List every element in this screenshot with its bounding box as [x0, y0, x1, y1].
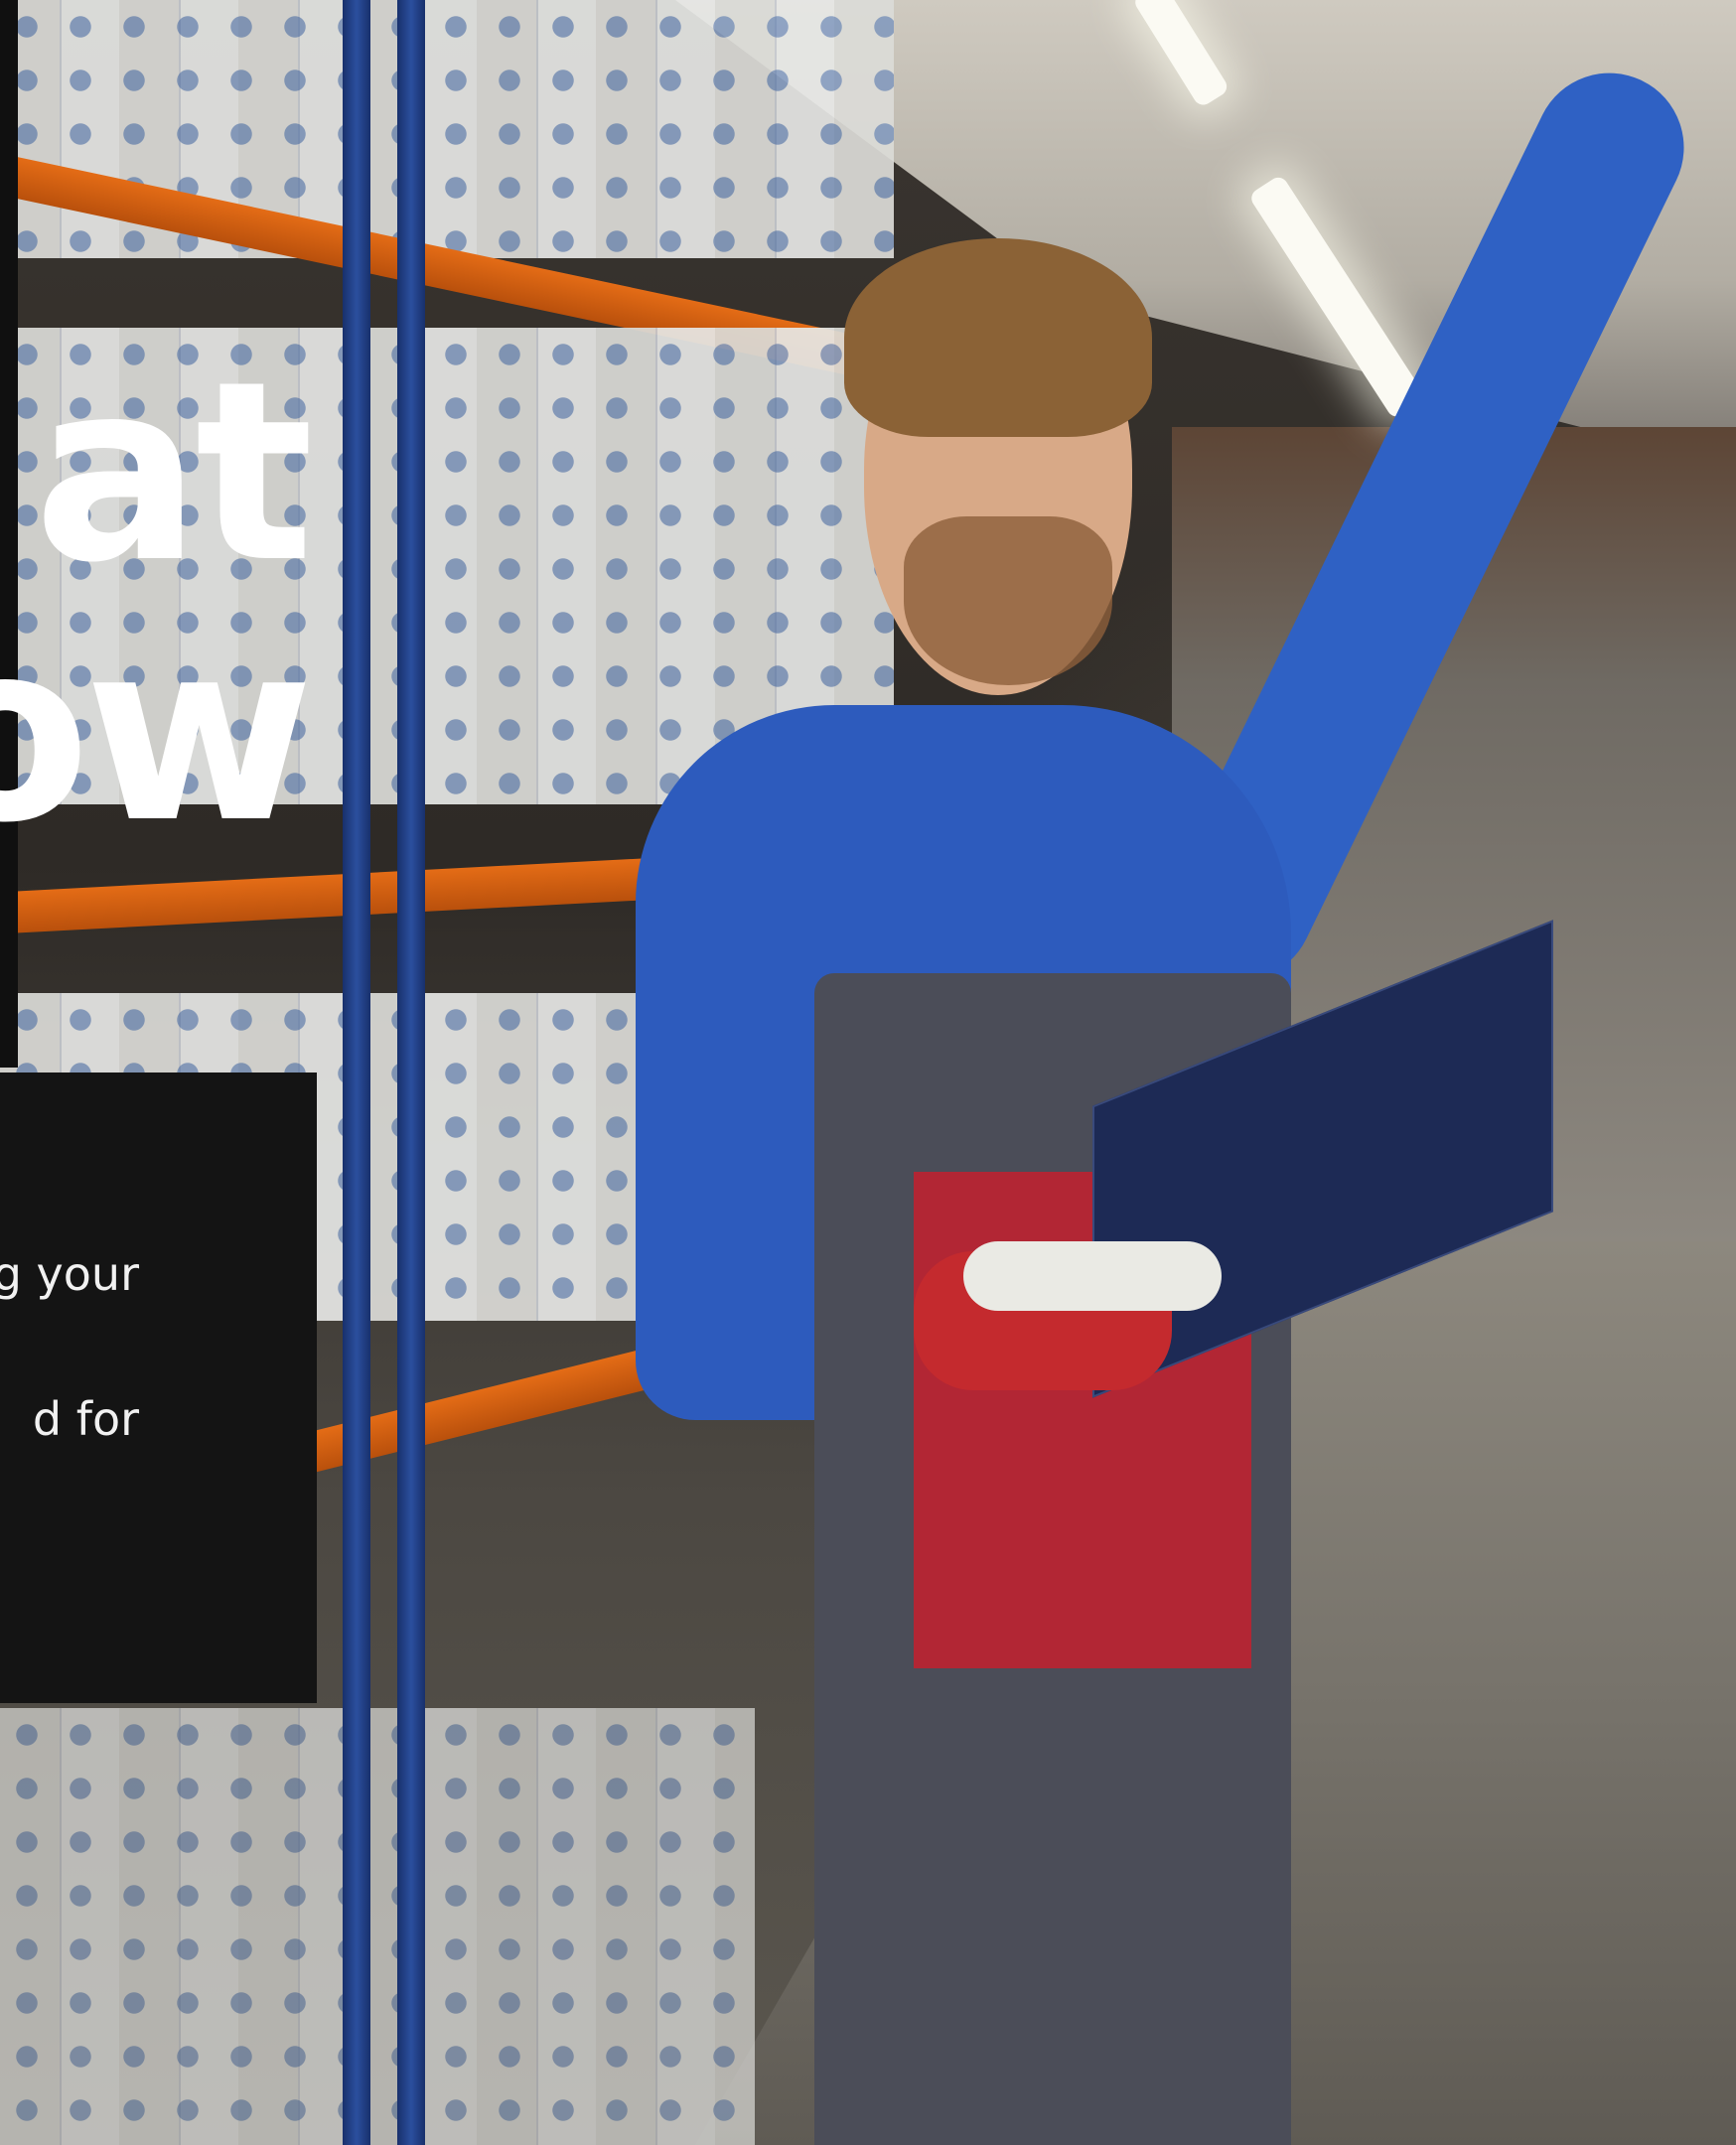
worker-hair [844, 238, 1152, 437]
text-card: g your d for [0, 1072, 317, 1703]
shelf-post [343, 0, 370, 2145]
shelf-post [397, 0, 425, 2145]
worker-beard [904, 516, 1112, 685]
warehouse-worker-figure [576, 48, 1736, 2145]
headline-line: at [33, 328, 314, 617]
headline-line: ow [0, 588, 314, 877]
card-text-line: d for [32, 1392, 139, 1446]
worker-glove-cuff [963, 1241, 1222, 1311]
card-text-line: g your [0, 1247, 139, 1301]
hero-headline: at ow [0, 328, 314, 877]
card-paragraph: g your d for [0, 1202, 139, 1492]
